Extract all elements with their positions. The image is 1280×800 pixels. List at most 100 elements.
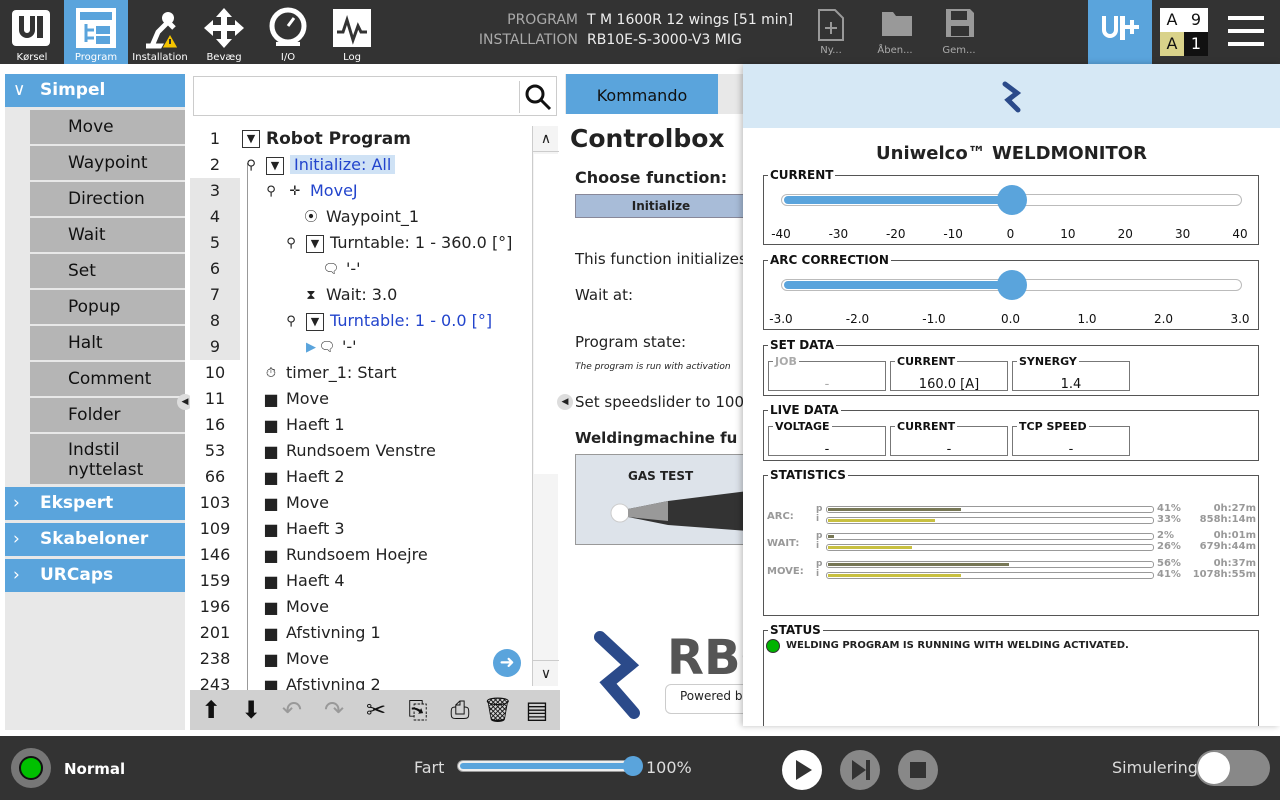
statistics-title: STATISTICS (770, 468, 846, 482)
tree-row-initialize[interactable]: ⚲ ▼ Initialize: All (242, 152, 396, 178)
move-up-button[interactable]: ⬆ (195, 694, 227, 726)
tree-row-comment[interactable]: 🗨 '-' (322, 256, 361, 282)
program-node-panel: ∨ Simpel Move Waypoint Direction Wait Set… (5, 74, 185, 730)
gas-test-button[interactable]: GAS TEST (575, 454, 745, 545)
category-simpel[interactable]: ∨ Simpel (5, 74, 185, 107)
tree-row-folder[interactable]: ■ Move (262, 646, 328, 672)
tree-row-folder[interactable]: ■ Afstivning 1 (262, 620, 380, 646)
tree-scrollbar[interactable]: ∧ ∨ (532, 126, 559, 686)
job-value: - (824, 377, 830, 392)
suppress-button[interactable]: ▤ (521, 694, 553, 726)
tree-row-waypoint[interactable]: ⦿ Waypoint_1 (302, 204, 419, 230)
speed-slider-knob[interactable] (623, 756, 643, 776)
tree-toolbar: ⬆ ⬇ ↶ ↷ ✂ ⎘ ⎙ 🗑 ▤ (190, 690, 560, 730)
tree-row-folder[interactable]: ■ Haeft 4 (262, 568, 344, 594)
job-label: JOB (773, 355, 799, 368)
category-ekspert[interactable]: › Ekspert (5, 487, 185, 520)
open-file-button[interactable]: Åben... (867, 0, 923, 64)
scroll-down-button[interactable]: ∨ (533, 660, 559, 686)
arc-tick-label: 2.0 (1153, 312, 1174, 326)
node-set[interactable]: Set (30, 254, 185, 288)
simulation-label: Simulering (1112, 758, 1198, 777)
paste-button[interactable]: ⎙ (444, 694, 476, 726)
nav-log-button[interactable]: Log (320, 0, 384, 64)
live-data-title: LIVE DATA (770, 403, 839, 417)
urcaps-button[interactable] (1088, 0, 1152, 64)
cut-button[interactable]: ✂ (360, 694, 392, 726)
category-urcaps[interactable]: › URCaps (5, 559, 185, 592)
nav-installation-button[interactable]: Installation (128, 0, 192, 64)
node-folder[interactable]: Folder (30, 398, 185, 432)
tree-row-folder[interactable]: ■ Haeft 1 (262, 412, 344, 438)
stat-i-fill (828, 519, 935, 522)
tree-row-folder[interactable]: ■ Haeft 3 (262, 516, 344, 542)
tree-line-number: 16 (204, 415, 226, 434)
node-halt[interactable]: Halt (30, 326, 185, 360)
tree-line-number: 146 (199, 545, 231, 564)
undo-button[interactable]: ↶ (276, 694, 308, 726)
step-button[interactable] (840, 750, 880, 790)
nav-program-button[interactable]: Program (64, 0, 128, 64)
node-set-payload[interactable]: Indstil nyttelast (30, 434, 185, 484)
tree-row-folder[interactable]: ■ Haeft 2 (262, 464, 344, 490)
arc-slider-knob[interactable] (996, 270, 1027, 300)
node-popup[interactable]: Popup (30, 290, 185, 324)
category-skabeloner[interactable]: › Skabeloner (5, 523, 185, 556)
current-slider-knob[interactable] (996, 185, 1027, 215)
tree-row-turntable-0[interactable]: ⚲ ▼ Turntable: 1 - 0.0 [°] (282, 308, 492, 334)
tree-row-movej[interactable]: ⚲ ✛ MoveJ (262, 178, 357, 204)
hamburger-menu-button[interactable] (1226, 14, 1270, 50)
node-wait[interactable]: Wait (30, 218, 185, 252)
search-button[interactable] (519, 81, 553, 113)
node-move[interactable]: Move (30, 110, 185, 144)
function-description: This function initializes (575, 250, 745, 268)
play-button[interactable] (782, 750, 822, 790)
nav-label: Log (343, 52, 361, 63)
node-direction[interactable]: Direction (30, 182, 185, 216)
tree-line-number: 2 (209, 155, 221, 174)
top-bar: Kørsel Program Installation Bevæg I/O Lo… (0, 0, 1280, 64)
voltage-label: VOLTAGE (773, 420, 832, 433)
initialize-button[interactable]: Initialize (575, 194, 745, 218)
new-file-button[interactable]: Ny... (803, 0, 859, 64)
simulation-toggle[interactable] (1196, 750, 1270, 786)
scroll-up-button[interactable]: ∧ (533, 126, 559, 152)
tree-row-folder[interactable]: ■ Move (262, 594, 328, 620)
tcp-speed-value: - (1068, 442, 1074, 457)
tree-row-folder[interactable]: ■ Rundsoem Venstre (262, 438, 435, 464)
redo-button[interactable]: ↷ (318, 694, 350, 726)
tree-row-folder[interactable]: ■ Rundsoem Hoejre (262, 542, 427, 568)
tree-row-turntable-360[interactable]: ⚲ ▼ Turntable: 1 - 360.0 [°] (282, 230, 512, 256)
collapse-middle-handle[interactable]: ◀ (557, 394, 573, 410)
tree-row-robot-program[interactable]: ▼ Robot Program (242, 126, 411, 152)
node-comment[interactable]: Comment (30, 362, 185, 396)
breakpoint-pin-icon: ⚲ (266, 183, 276, 199)
move-down-button[interactable]: ⬇ (235, 694, 267, 726)
power-status-button[interactable] (11, 748, 51, 788)
stop-button[interactable] (898, 750, 938, 790)
copy-button[interactable]: ⎘ (402, 694, 434, 726)
go-to-current-button[interactable]: ➜ (493, 649, 521, 677)
folder-open-icon (882, 12, 912, 36)
nav-io-button[interactable]: I/O (256, 0, 320, 64)
timer-icon: ⏱ (265, 365, 277, 381)
delete-button[interactable]: 🗑 (482, 694, 514, 726)
open-file-label: Åben... (877, 45, 913, 56)
nav-move-button[interactable]: Bevæg (192, 0, 256, 64)
tab-command[interactable]: Kommando (566, 74, 718, 114)
tree-row-wait[interactable]: ⧗ Wait: 3.0 (302, 282, 397, 308)
search-input[interactable] (193, 76, 557, 116)
tree-row-timer[interactable]: ⏱ timer_1: Start (262, 360, 397, 386)
tree-row-comment-current[interactable]: ▶ 🗨 '-' (306, 334, 357, 360)
node-waypoint[interactable]: Waypoint (30, 146, 185, 180)
tree-row-folder[interactable]: ■ Move (262, 386, 328, 412)
stat-label: MOVE: (767, 566, 804, 577)
collapse-triangle-icon: ▼ (306, 234, 324, 253)
tree-row-folder[interactable]: ■ Afstivning 2 (262, 672, 380, 690)
save-file-button[interactable]: Gem... (931, 0, 987, 64)
live-current-box: CURRENT - (890, 420, 1008, 457)
tree-row-folder[interactable]: ■ Move (262, 490, 328, 516)
scroll-thumb[interactable] (534, 154, 558, 474)
nav-run-button[interactable]: Kørsel (0, 0, 64, 64)
move-arrows-icon (204, 8, 244, 48)
